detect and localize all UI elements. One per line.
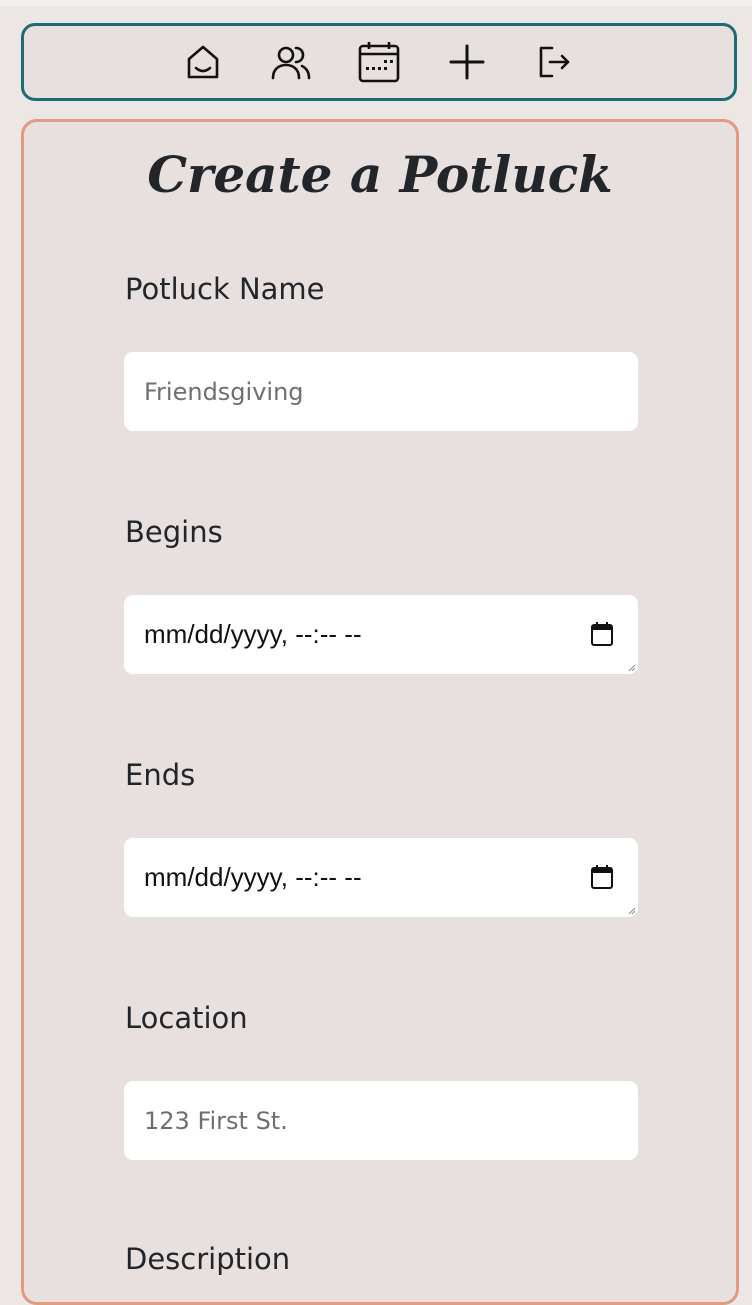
potluck-name-placeholder: Friendsgiving <box>144 377 304 406</box>
location-input[interactable]: 123 First St. <box>124 1081 638 1160</box>
nav-friends-button[interactable] <box>269 40 313 84</box>
page-title: Create a Potluck <box>147 145 613 204</box>
potluck-name-input[interactable]: Friendsgiving <box>124 352 638 431</box>
ends-datetime-input[interactable]: mm/dd/yyyy, --:-- -- <box>124 838 638 917</box>
calendar-picker-icon[interactable] <box>591 865 613 889</box>
plus-icon <box>449 44 485 80</box>
location-placeholder: 123 First St. <box>144 1106 288 1135</box>
begins-datetime-input[interactable]: mm/dd/yyyy, --:-- -- <box>124 595 638 674</box>
users-icon <box>271 46 311 80</box>
nav-logout-button[interactable] <box>533 40 577 84</box>
resize-grip-icon[interactable] <box>628 664 636 672</box>
home-icon <box>187 45 219 79</box>
ends-label: Ends <box>125 758 196 792</box>
nav-create-button[interactable] <box>445 40 489 84</box>
nav-calendar-button[interactable] <box>357 40 401 84</box>
logout-icon <box>539 46 570 78</box>
description-label: Description <box>125 1242 291 1276</box>
begins-label: Begins <box>125 515 223 549</box>
page-top-edge <box>0 0 752 6</box>
create-potluck-form: Create a Potluck Potluck Name Friendsgiv… <box>21 119 739 1305</box>
calendar-icon <box>358 42 400 83</box>
top-navigation-bar <box>21 23 737 101</box>
calendar-picker-icon[interactable] <box>591 622 613 646</box>
ends-datetime-value: mm/dd/yyyy, --:-- -- <box>144 862 362 892</box>
resize-grip-icon[interactable] <box>628 907 636 915</box>
location-label: Location <box>125 1001 248 1035</box>
nav-home-button[interactable] <box>181 40 225 84</box>
begins-datetime-value: mm/dd/yyyy, --:-- -- <box>144 619 362 649</box>
potluck-name-label: Potluck Name <box>125 272 325 306</box>
